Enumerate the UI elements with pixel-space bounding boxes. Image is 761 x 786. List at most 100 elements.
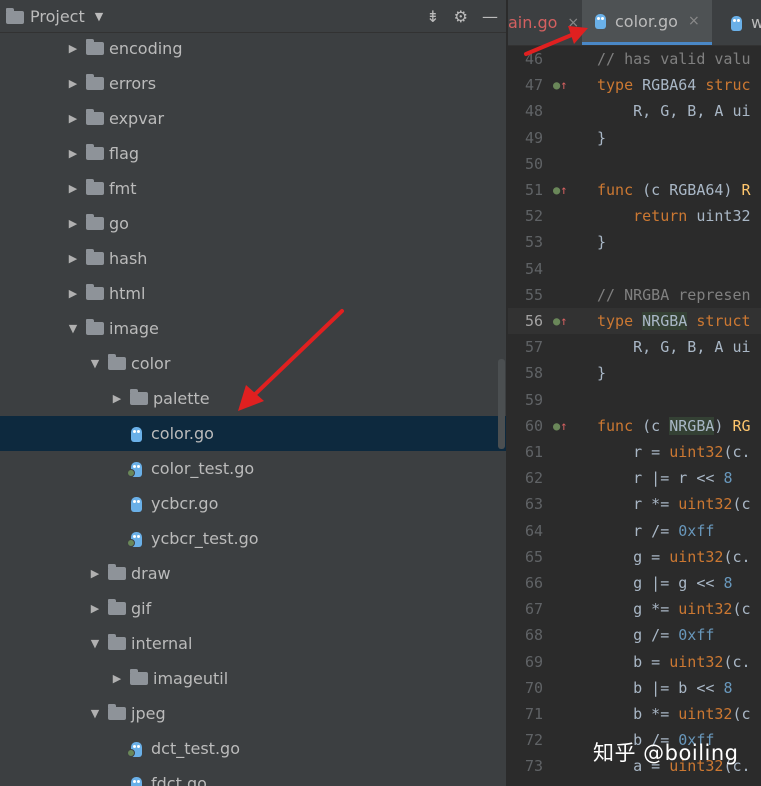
code-line: 57 R, G, B, A ui (508, 334, 761, 360)
tree-item-ycbcr-go[interactable]: ycbcr.go (0, 486, 506, 521)
folder-icon (86, 214, 104, 230)
line-number: 54 (524, 259, 543, 278)
line-number: 71 (524, 705, 543, 723)
folder-icon (130, 389, 148, 405)
line-number: 57 (524, 338, 543, 357)
expand-right-icon[interactable]: ▶ (88, 602, 102, 615)
tree-item-dct-test-go[interactable]: dct_test.go (0, 731, 506, 766)
close-icon[interactable]: × (688, 13, 700, 29)
code-line: 59 (508, 387, 761, 413)
tree-item-fmt[interactable]: ▶ fmt (0, 171, 506, 206)
line-number: 66 (524, 574, 543, 592)
tree-item-ycbcr-test-go[interactable]: ycbcr_test.go (0, 521, 506, 556)
code-line: 55 // NRGBA represen (508, 282, 761, 308)
line-number: 64 (524, 521, 543, 540)
code-text: b = uint32(c. (633, 652, 751, 671)
implements-gutter-icon[interactable]: ●↑ (553, 177, 583, 203)
tree-item-flag[interactable]: ▶ flag (0, 136, 506, 171)
tree-item-jpeg[interactable]: ▼ jpeg (0, 696, 506, 731)
tree-item-errors[interactable]: ▶ errors (0, 66, 506, 101)
folder-icon (86, 74, 104, 90)
tree-item-label: errors (109, 74, 157, 93)
tree-item-color-go[interactable]: color.go (0, 416, 506, 451)
line-number: 53 (524, 233, 543, 252)
code-line: 64 r /= 0xff (508, 518, 761, 544)
code-line: 65 g = uint32(c. (508, 544, 761, 570)
tree-item-expvar[interactable]: ▶ expvar (0, 101, 506, 136)
tree-item-palette[interactable]: ▶ palette (0, 381, 506, 416)
code-line: 46 // has valid valu (508, 46, 761, 72)
tree-item-image[interactable]: ▼ image (0, 311, 506, 346)
expand-right-icon[interactable]: ▶ (66, 112, 80, 125)
go-file-icon (130, 775, 143, 786)
implements-gutter-icon[interactable]: ●↑ (553, 413, 583, 439)
code-line: 67 g *= uint32(c (508, 596, 761, 622)
code-text: g *= uint32(c (633, 600, 751, 619)
folder-icon (86, 179, 104, 195)
code-line: 54 (508, 256, 761, 282)
editor-tabs: ain.go × color.go × wri (508, 0, 761, 46)
watermark: 知乎 @boiling (593, 741, 739, 765)
expand-right-icon[interactable]: ▶ (110, 672, 124, 685)
tab-main-go[interactable]: ain.go × (508, 0, 579, 45)
tree-item-label: color_test.go (151, 459, 255, 478)
expand-right-icon[interactable]: ▶ (66, 42, 80, 55)
folder-icon (108, 564, 126, 580)
line-number: 58 (524, 364, 543, 383)
tree-item-label: palette (153, 389, 210, 408)
tree-item-go[interactable]: ▶ go (0, 206, 506, 241)
expand-right-icon[interactable]: ▶ (66, 147, 80, 160)
expand-right-icon[interactable]: ▶ (66, 182, 80, 195)
tree-item-internal[interactable]: ▼ internal (0, 626, 506, 661)
close-icon[interactable]: × (567, 15, 579, 31)
expand-down-icon[interactable]: ▼ (88, 707, 102, 720)
line-number: 50 (524, 154, 543, 173)
implements-gutter-icon[interactable]: ●↑ (553, 308, 583, 334)
tree-item-label: fmt (109, 179, 137, 198)
collapse-all-icon[interactable]: ⇟ (426, 7, 439, 26)
code-text: // has valid valu (597, 50, 751, 68)
tab-color-go[interactable]: color.go × (582, 0, 712, 45)
implements-gutter-icon[interactable]: ●↑ (553, 72, 583, 98)
tree-item-label: color (131, 354, 171, 373)
code-line: 68 g /= 0xff (508, 622, 761, 648)
tree-item-draw[interactable]: ▶ draw (0, 556, 506, 591)
tree-item-fdct-go[interactable]: fdct.go (0, 766, 506, 786)
folder-icon (86, 284, 104, 300)
tree-item-imageutil[interactable]: ▶ imageutil (0, 661, 506, 696)
gear-icon[interactable]: ⚙ (454, 7, 468, 26)
scrollbar[interactable] (498, 359, 505, 449)
tree-item-color-test-go[interactable]: color_test.go (0, 451, 506, 486)
folder-icon (86, 144, 104, 160)
project-view-selector[interactable]: Project ▼ (0, 7, 103, 26)
expand-right-icon[interactable]: ▶ (110, 392, 124, 405)
tree-item-color[interactable]: ▼ color (0, 346, 506, 381)
code-text: R, G, B, A ui (633, 102, 751, 121)
tree-item-gif[interactable]: ▶ gif (0, 591, 506, 626)
line-number: 61 (524, 443, 543, 461)
expand-right-icon[interactable]: ▶ (66, 287, 80, 300)
line-number: 48 (524, 102, 543, 121)
expand-right-icon[interactable]: ▶ (66, 217, 80, 230)
tree-item-label: internal (131, 634, 193, 653)
project-toolbar: Project ▼ ⇟ ⚙ — (0, 0, 506, 33)
expand-down-icon[interactable]: ▼ (66, 322, 80, 335)
folder-icon (86, 319, 104, 335)
code-text: func (c NRGBA) RG (597, 416, 751, 435)
tree-item-hash[interactable]: ▶ hash (0, 241, 506, 276)
tree-item-encoding[interactable]: ▶ encoding (0, 31, 506, 66)
code-text: g = uint32(c. (633, 547, 751, 566)
folder-icon (108, 704, 126, 720)
tree-item-html[interactable]: ▶ html (0, 276, 506, 311)
expand-down-icon[interactable]: ▼ (88, 357, 102, 370)
hide-icon[interactable]: — (482, 7, 498, 26)
expand-right-icon[interactable]: ▶ (66, 252, 80, 265)
expand-down-icon[interactable]: ▼ (88, 637, 102, 650)
code-text: } (597, 364, 607, 383)
expand-right-icon[interactable]: ▶ (88, 567, 102, 580)
tab-writer[interactable]: wri (718, 0, 761, 45)
expand-right-icon[interactable]: ▶ (66, 77, 80, 90)
code-line: 60 ●↑ func (c NRGBA) RG (508, 413, 761, 439)
code-line: 66 g |= g << 8 (508, 570, 761, 596)
code-line: 62 r |= r << 8 (508, 465, 761, 491)
